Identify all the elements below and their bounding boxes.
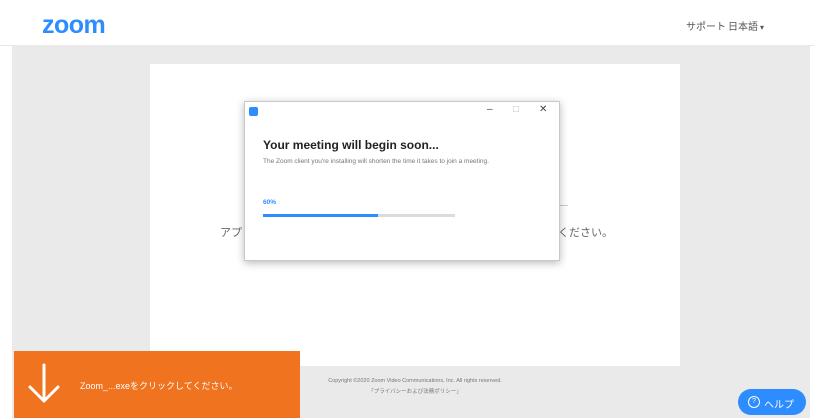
- chevron-down-icon: ▾: [760, 23, 765, 32]
- close-button[interactable]: ✕: [539, 104, 547, 116]
- copyright-text: Copyright ©2020 Zoom Video Communication…: [328, 378, 502, 384]
- installer-dialog: – □ ✕ Your meeting will begin soon... Th…: [244, 101, 560, 261]
- down-arrow-icon: [28, 363, 60, 403]
- progress-percentage: 60%: [263, 199, 277, 206]
- help-label: ヘルプ: [764, 400, 794, 411]
- dialog-title: Your meeting will begin soon...: [263, 138, 439, 152]
- language-selector[interactable]: 日本語 ▾: [728, 18, 764, 33]
- question-circle-icon: ?: [748, 396, 760, 408]
- dialog-description: The Zoom client you're installing will s…: [263, 158, 489, 165]
- zoom-app-icon: [249, 107, 258, 116]
- help-button[interactable]: ? ヘルプ: [738, 389, 806, 415]
- launch-instruction-text: アプ: [220, 227, 242, 239]
- minimize-button[interactable]: –: [487, 104, 493, 116]
- launch-instruction-text-end: ください。: [558, 227, 613, 239]
- download-prompt-banner[interactable]: Zoom_...exeをクリックしてください。: [14, 351, 300, 418]
- progress-bar: [263, 214, 455, 217]
- privacy-legal-link[interactable]: 「プライバシーおよび法務ポリシー」: [304, 387, 526, 395]
- support-link[interactable]: サポート: [686, 18, 726, 33]
- download-instruction-text: Zoom_...exeをクリックしてください。: [80, 381, 238, 391]
- progress-bar-fill: [263, 214, 379, 217]
- top-navigation-bar: zoom サポート 日本語 ▾: [0, 0, 814, 46]
- maximize-button[interactable]: □: [513, 104, 519, 116]
- zoom-logo[interactable]: zoom: [42, 11, 106, 40]
- language-label: 日本語: [728, 22, 758, 33]
